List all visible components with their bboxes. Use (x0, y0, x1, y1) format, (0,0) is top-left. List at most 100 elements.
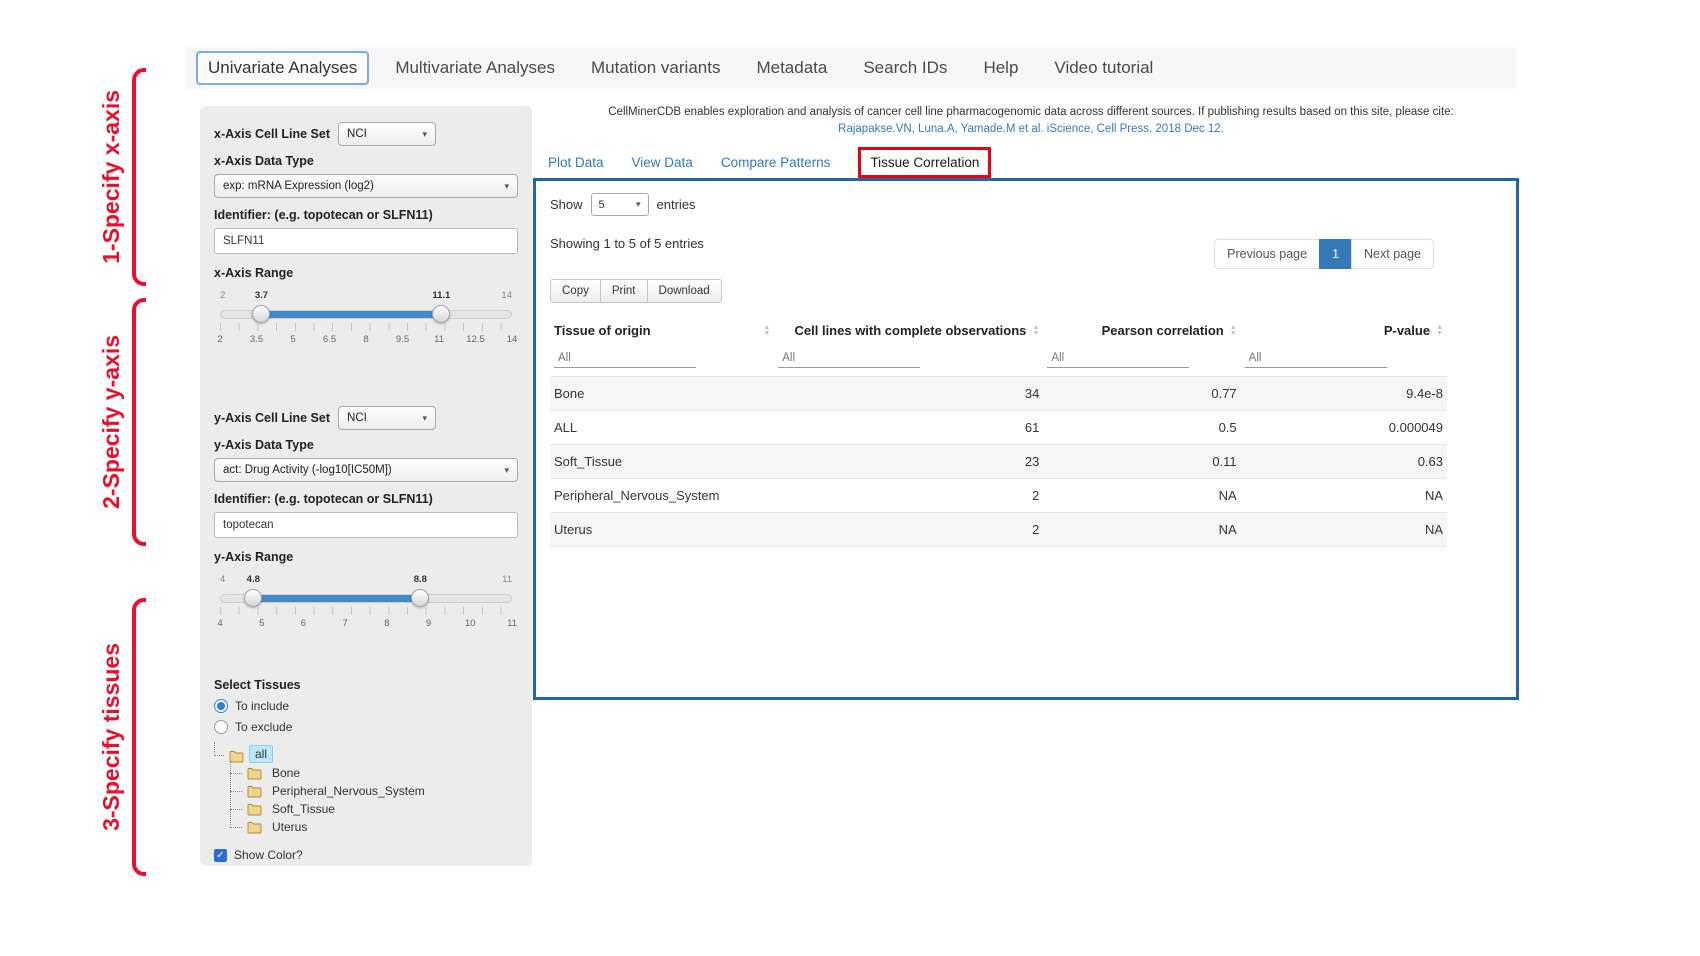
filter-cell-lines-input[interactable] (778, 349, 920, 368)
x-cell-line-set-select[interactable]: NCI ▾ (338, 122, 436, 146)
tissues-section: Select Tissues To include To exclude all… (214, 678, 518, 866)
citation-link[interactable]: Rajapakse.VN, Luna.A, Yamade.M et al. iS… (545, 121, 1517, 138)
folder-icon (247, 785, 262, 798)
citation-text: CellMinerCDB enables exploration and ana… (545, 104, 1517, 121)
tissue-exclude-radio[interactable]: To exclude (214, 720, 518, 734)
tissue-include-radio[interactable]: To include (214, 699, 518, 713)
y-cell-line-set-select[interactable]: NCI ▾ (338, 406, 436, 430)
filter-pearson-input[interactable] (1047, 349, 1189, 368)
show-color-checkbox[interactable]: Show Color? (214, 848, 518, 862)
entries-select[interactable]: 5 ▾ (591, 193, 649, 216)
annotation-bracket (132, 68, 146, 286)
table-row: Bone 34 0.77 9.4e-8 (550, 377, 1447, 411)
y-slider-handle-from[interactable] (244, 589, 262, 607)
x-axis-range-slider[interactable]: 2 14 3.7 11.1 2 3.5 5 6.5 8 9.5 11 12.5 … (220, 304, 512, 364)
annotation-step2: 2-Specify y-axis (98, 298, 146, 546)
x-range-label: x-Axis Range (214, 266, 518, 280)
chevron-down-icon: ▾ (636, 199, 641, 210)
prev-page-button[interactable]: Previous page (1214, 239, 1320, 269)
folder-icon (247, 767, 262, 780)
analysis-subtabs: Plot Data View Data Compare Patterns Tis… (548, 147, 991, 178)
table-row: Soft_Tissue 23 0.11 0.63 (550, 445, 1447, 479)
y-data-type-label: y-Axis Data Type (214, 438, 518, 452)
control-sidebar: x-Axis Cell Line Set NCI ▾ x-Axis Data T… (200, 106, 532, 866)
slider-grid (220, 607, 512, 615)
filter-tissue-input[interactable] (554, 349, 696, 368)
nav-tab-mutation-variants[interactable]: Mutation variants (581, 53, 730, 83)
tree-node-bone[interactable]: Bone (230, 764, 518, 782)
tree-node-all[interactable]: all (214, 741, 518, 764)
y-axis-section: y-Axis Cell Line Set NCI ▾ y-Axis Data T… (214, 406, 518, 648)
x-axis-section: x-Axis Cell Line Set NCI ▾ x-Axis Data T… (214, 122, 518, 364)
annotation-step1-label: 1-Specify x-axis (98, 90, 125, 264)
nav-tab-search-ids[interactable]: Search IDs (853, 53, 957, 83)
annotation-step2-label: 2-Specify y-axis (98, 335, 125, 509)
tree-node-peripheral-nervous-system[interactable]: Peripheral_Nervous_System (230, 782, 518, 800)
folder-icon (247, 821, 262, 834)
tree-node-soft-tissue[interactable]: Soft_Tissue (230, 800, 518, 818)
tab-plot-data[interactable]: Plot Data (548, 155, 604, 170)
entries-label: entries (657, 197, 696, 212)
next-page-button[interactable]: Next page (1351, 239, 1434, 269)
slider-selected-range (262, 311, 441, 318)
results-table: Tissue of origin ▲▼ Cell lines with comp… (550, 315, 1447, 547)
results-table-container: Tissue of origin ▲▼ Cell lines with comp… (550, 315, 1447, 547)
x-data-type-label: x-Axis Data Type (214, 154, 518, 168)
y-axis-range-slider[interactable]: 4 11 4.8 8.8 4 5 6 7 8 9 10 11 (220, 588, 512, 648)
annotation-step3: 3-Specify tissues (98, 598, 146, 876)
x-slider-handle-to[interactable] (432, 305, 450, 323)
table-filter-row (550, 346, 1447, 377)
x-identifier-input[interactable] (214, 228, 518, 254)
table-row: ALL 61 0.5 0.000049 (550, 411, 1447, 445)
sort-icon[interactable]: ▲▼ (763, 325, 770, 337)
y-cell-line-set-label: y-Axis Cell Line Set (214, 411, 330, 425)
x-slider-handle-from[interactable] (252, 305, 270, 323)
radio-unchecked-icon (214, 720, 228, 734)
column-header-tissue[interactable]: Tissue of origin ▲▼ (550, 315, 774, 346)
annotation-step3-label: 3-Specify tissues (98, 643, 125, 831)
download-button[interactable]: Download (647, 279, 722, 303)
y-range-label: y-Axis Range (214, 550, 518, 564)
x-data-type-select[interactable]: exp: mRNA Expression (log2) ▾ (214, 174, 518, 198)
tab-tissue-correlation[interactable]: Tissue Correlation (858, 147, 991, 178)
y-data-type-select[interactable]: act: Drug Activity (-log10[IC50M]) ▾ (214, 458, 518, 482)
column-header-pvalue[interactable]: P-value ▲▼ (1241, 315, 1447, 346)
y-identifier-label: Identifier: (e.g. topotecan or SLFN11) (214, 492, 518, 506)
pagination: Previous page 1 Next page (1215, 239, 1434, 269)
tree-node-uterus[interactable]: Uterus (230, 818, 518, 836)
column-header-cell-lines[interactable]: Cell lines with complete observations ▲▼ (774, 315, 1043, 346)
filter-pvalue-input[interactable] (1245, 349, 1387, 368)
nav-tab-video-tutorial[interactable]: Video tutorial (1044, 53, 1163, 83)
column-header-pearson[interactable]: Pearson correlation ▲▼ (1043, 315, 1240, 346)
checkbox-checked-icon (214, 849, 227, 862)
tab-compare-patterns[interactable]: Compare Patterns (721, 155, 831, 170)
slider-grid (220, 323, 512, 331)
select-tissues-label: Select Tissues (214, 678, 518, 692)
print-button[interactable]: Print (600, 279, 648, 303)
y-identifier-input[interactable] (214, 512, 518, 538)
annotation-bracket (132, 298, 146, 546)
chevron-down-icon: ▾ (504, 465, 509, 476)
chevron-down-icon: ▾ (422, 413, 427, 424)
nav-tab-metadata[interactable]: Metadata (746, 53, 837, 83)
nav-tab-help[interactable]: Help (973, 53, 1028, 83)
page-1-button[interactable]: 1 (1319, 239, 1352, 269)
annotation-step1: 1-Specify x-axis (98, 68, 146, 286)
export-buttons: Copy Print Download (550, 279, 721, 303)
sort-icon[interactable]: ▲▼ (1032, 325, 1039, 337)
nav-tab-multivariate-analyses[interactable]: Multivariate Analyses (385, 53, 565, 83)
sort-icon[interactable]: ▲▼ (1436, 325, 1443, 337)
slider-selected-range (254, 595, 420, 602)
y-slider-handle-to[interactable] (411, 589, 429, 607)
table-row: Peripheral_Nervous_System 2 NA NA (550, 479, 1447, 513)
slider-track[interactable] (220, 594, 512, 603)
citation-block: CellMinerCDB enables exploration and ana… (545, 104, 1517, 139)
sort-icon[interactable]: ▲▼ (1230, 325, 1237, 337)
folder-icon (229, 750, 244, 763)
nav-tab-univariate-analyses[interactable]: Univariate Analyses (196, 51, 369, 85)
main-navbar: Univariate Analyses Multivariate Analyse… (186, 47, 1516, 89)
radio-checked-icon (214, 699, 228, 713)
copy-button[interactable]: Copy (550, 279, 601, 303)
x-identifier-label: Identifier: (e.g. topotecan or SLFN11) (214, 208, 518, 222)
tab-view-data[interactable]: View Data (632, 155, 693, 170)
